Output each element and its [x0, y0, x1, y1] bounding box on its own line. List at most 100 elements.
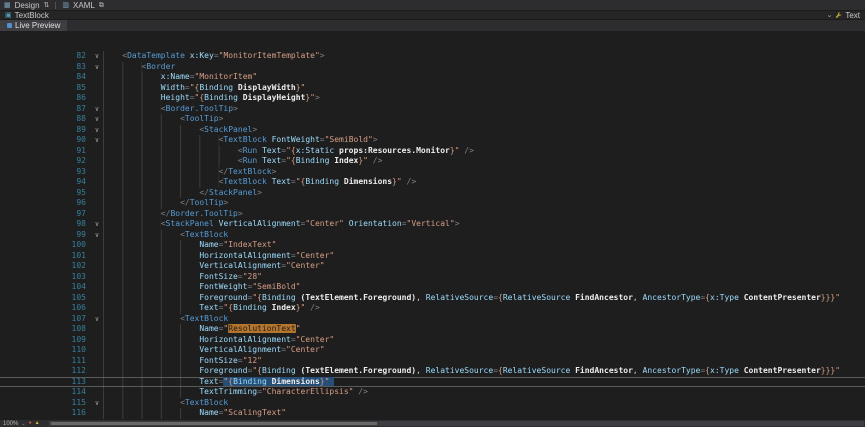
fold-chevron-icon[interactable]: ∨: [91, 125, 103, 136]
code-line[interactable]: 91<Run Text="{x:Static props:Resources.M…: [0, 146, 865, 157]
line-number: 115: [0, 398, 91, 409]
design-view-button[interactable]: Design: [15, 0, 40, 11]
fold-gutter: [91, 93, 103, 104]
fold-chevron-icon[interactable]: ∨: [91, 104, 103, 115]
line-number: 99: [0, 230, 91, 241]
element-type-icon: ▣: [5, 12, 12, 19]
code-line[interactable]: 87∨<Border.ToolTip>: [0, 104, 865, 115]
code-line[interactable]: 111FontSize="12": [0, 356, 865, 367]
swap-panes-icon[interactable]: ⇅: [44, 2, 50, 9]
line-number: 116: [0, 408, 91, 419]
line-number: 104: [0, 282, 91, 293]
xaml-view-icon: ▥: [62, 2, 69, 9]
code-text: x:Name="MonitorItem": [103, 72, 865, 83]
fold-gutter: [91, 324, 103, 335]
code-line[interactable]: 110VerticalAlignment="Center": [0, 345, 865, 356]
fold-chevron-icon[interactable]: ∨: [91, 62, 103, 73]
code-line[interactable]: 112Foreground="{Binding (TextElement.For…: [0, 366, 865, 377]
code-line[interactable]: 104 FontWeight="SemiBold": [0, 282, 865, 293]
fold-gutter: [91, 188, 103, 199]
fold-gutter: [91, 387, 103, 398]
breadcrumb-property[interactable]: Text: [845, 11, 860, 20]
code-line[interactable]: 99∨<TextBlock: [0, 230, 865, 241]
code-editor[interactable]: 82∨<DataTemplate x:Key="MonitorItemTempl…: [0, 31, 865, 420]
code-line[interactable]: 116Name="ScalingText": [0, 408, 865, 419]
code-lines: 82∨<DataTemplate x:Key="MonitorItemTempl…: [0, 51, 865, 419]
code-line[interactable]: 90∨<TextBlock FontWeight="SemiBold">: [0, 135, 865, 146]
fold-chevron-icon[interactable]: ∨: [91, 114, 103, 125]
code-line[interactable]: 82∨<DataTemplate x:Key="MonitorItemTempl…: [0, 51, 865, 62]
code-line[interactable]: 115∨<TextBlock: [0, 398, 865, 409]
code-line[interactable]: 88∨<ToolTip>: [0, 114, 865, 125]
code-line[interactable]: 105Foreground="{Binding (TextElement.For…: [0, 293, 865, 304]
code-line[interactable]: 109HorizontalAlignment="Center": [0, 335, 865, 346]
code-text: FontWeight="SemiBold": [103, 282, 865, 293]
code-line[interactable]: 95</StackPanel>: [0, 188, 865, 199]
code-line[interactable]: 102VerticalAlignment="Center": [0, 261, 865, 272]
xaml-view-button[interactable]: XAML: [73, 0, 95, 11]
fold-chevron-icon[interactable]: ∨: [91, 51, 103, 62]
fold-gutter: [91, 156, 103, 167]
fold-chevron-icon[interactable]: ∨: [91, 230, 103, 241]
code-line[interactable]: 114TextTrimming="CharacterEllipsis" />: [0, 387, 865, 398]
code-line[interactable]: 108Name="ResolutionText": [0, 324, 865, 335]
code-line[interactable]: 86Height="{Binding DisplayHeight}">: [0, 93, 865, 104]
code-text: </Border.ToolTip>: [103, 209, 865, 220]
line-number: 102: [0, 261, 91, 272]
code-text: Width="{Binding DisplayWidth}": [103, 83, 865, 94]
code-line[interactable]: 100Name="IndexText": [0, 240, 865, 251]
fold-chevron-icon[interactable]: ∨: [91, 219, 103, 230]
live-preview-tab[interactable]: Live Preview: [0, 20, 67, 31]
code-line[interactable]: 97</Border.ToolTip>: [0, 209, 865, 220]
code-line[interactable]: 106Text="{Binding Index}" />: [0, 303, 865, 314]
fold-chevron-icon[interactable]: ∨: [91, 398, 103, 409]
fold-gutter: [91, 293, 103, 304]
code-line[interactable]: 84x:Name="MonitorItem": [0, 72, 865, 83]
fold-gutter: [91, 167, 103, 178]
fold-gutter: [91, 146, 103, 157]
code-line[interactable]: 94<TextBlock Text="{Binding Dimensions}"…: [0, 177, 865, 188]
error-indicator-icon[interactable]: ●: [29, 421, 32, 426]
zoom-level[interactable]: 100%: [3, 421, 18, 427]
code-text: HorizontalAlignment="Center": [103, 251, 865, 262]
popout-pane-icon[interactable]: ⧉: [99, 2, 104, 9]
line-number: 96: [0, 198, 91, 209]
warning-indicator-icon[interactable]: ▲: [35, 421, 40, 426]
code-line[interactable]: 98∨<StackPanel VerticalAlignment="Center…: [0, 219, 865, 230]
breadcrumb-element[interactable]: TextBlock: [15, 11, 49, 20]
code-text: <ToolTip>: [103, 114, 865, 125]
fold-gutter: [91, 272, 103, 283]
code-line[interactable]: 89∨<StackPanel>: [0, 125, 865, 136]
fold-gutter: [91, 72, 103, 83]
line-number: 88: [0, 114, 91, 125]
dropdown-caret-icon[interactable]: ⌄: [826, 12, 832, 19]
line-number: 86: [0, 93, 91, 104]
line-number: 92: [0, 156, 91, 167]
code-text: <Run Text="{x:Static props:Resources.Mon…: [103, 146, 865, 157]
code-line[interactable]: 85Width="{Binding DisplayWidth}": [0, 83, 865, 94]
live-preview-label: Live Preview: [15, 21, 60, 30]
fold-chevron-icon[interactable]: ∨: [91, 314, 103, 325]
code-line[interactable]: 107∨<TextBlock: [0, 314, 865, 325]
line-number: 95: [0, 188, 91, 199]
line-number: 103: [0, 272, 91, 283]
fold-gutter: [91, 408, 103, 419]
fold-gutter: [91, 209, 103, 220]
code-line[interactable]: 96</ToolTip>: [0, 198, 865, 209]
horizontal-scrollbar[interactable]: [49, 421, 864, 426]
code-text: Name="IndexText": [103, 240, 865, 251]
editor-bottom-bar: 100% ⌄ ● ▲: [0, 420, 865, 427]
preview-tab-strip: Live Preview: [0, 20, 865, 31]
code-line[interactable]: 83∨<Border: [0, 62, 865, 73]
toolbar-separator: [55, 2, 56, 9]
code-line[interactable]: 93</TextBlock>: [0, 167, 865, 178]
code-line[interactable]: 92<Run Text="{Binding Index}" />: [0, 156, 865, 167]
fold-chevron-icon[interactable]: ∨: [91, 135, 103, 146]
code-text: Text="{Binding Dimensions}": [103, 377, 865, 388]
code-line[interactable]: 113Text="{Binding Dimensions}": [0, 377, 865, 388]
zoom-caret-icon[interactable]: ⌄: [21, 421, 25, 427]
code-line[interactable]: 101HorizontalAlignment="Center": [0, 251, 865, 262]
code-line[interactable]: 103FontSize="28": [0, 272, 865, 283]
code-text: TextTrimming="CharacterEllipsis" />: [103, 387, 865, 398]
horizontal-scrollbar-thumb[interactable]: [51, 422, 377, 425]
